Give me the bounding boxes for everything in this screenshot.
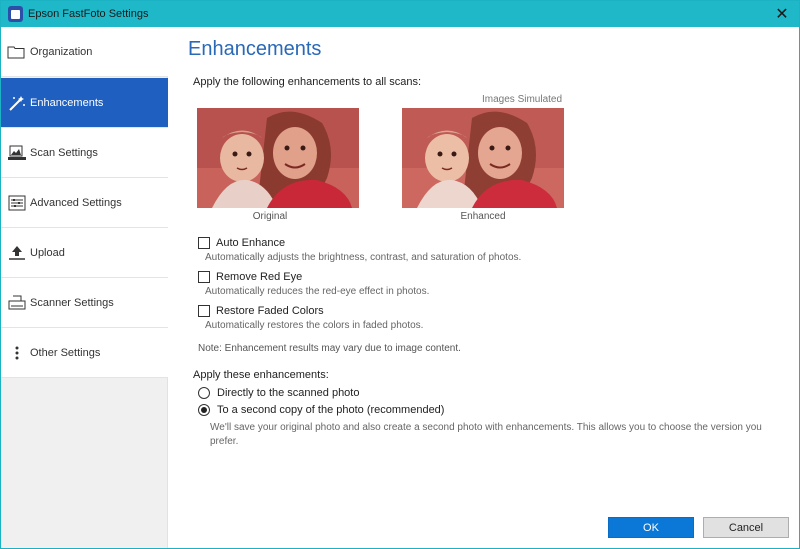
remove-red-eye-label: Remove Red Eye [216, 271, 303, 283]
upload-icon [8, 245, 26, 261]
sidebar-item-label: Enhancements [30, 96, 104, 109]
auto-enhance-description: Automatically adjusts the brightness, co… [205, 252, 522, 263]
sidebar-item-other-settings[interactable]: Other Settings [1, 328, 168, 378]
window-title: Epson FastFoto Settings [28, 8, 149, 20]
sidebar-item-upload[interactable]: Upload [1, 228, 168, 278]
restore-faded-colors-label: Restore Faded Colors [216, 305, 324, 317]
restore-faded-colors-checkbox[interactable] [198, 305, 210, 317]
sidebar-item-scan-settings[interactable]: Scan Settings [1, 128, 168, 178]
main-content: Enhancements Apply the following enhance… [169, 27, 799, 548]
original-photo [197, 108, 359, 208]
sidebar-item-organization[interactable]: Organization [1, 27, 168, 77]
sidebar-item-enhancements[interactable]: Enhancements [1, 78, 168, 128]
restore-faded-colors-description: Automatically restores the colors in fad… [205, 320, 424, 331]
remove-red-eye-description: Automatically reduces the red-eye effect… [205, 286, 430, 297]
enhanced-photo [402, 108, 564, 208]
intro-text: Apply the following enhancements to all … [193, 76, 422, 88]
sidebar-item-scanner-settings[interactable]: Scanner Settings [1, 278, 168, 328]
auto-enhance-label: Auto Enhance [216, 237, 286, 249]
scan-icon [8, 145, 26, 161]
sliders-icon [8, 195, 26, 211]
ok-button[interactable]: OK [608, 517, 694, 538]
enhanced-caption: Enhanced [460, 211, 506, 222]
apply-copy-label: To a second copy of the photo (recommend… [217, 404, 445, 416]
sidebar-item-advanced-settings[interactable]: Advanced Settings [1, 178, 168, 228]
sidebar-item-label: Upload [30, 246, 65, 259]
title-bar: Epson FastFoto Settings ✕ [1, 1, 799, 27]
images-simulated-label: Images Simulated [482, 94, 563, 105]
cancel-button[interactable]: Cancel [703, 517, 789, 538]
sidebar-item-label: Other Settings [30, 346, 101, 359]
sidebar-item-label: Organization [30, 45, 93, 58]
folder-icon [7, 44, 25, 60]
scanner-icon [8, 295, 26, 311]
close-icon[interactable]: ✕ [771, 3, 793, 25]
remove-red-eye-checkbox[interactable] [198, 271, 210, 283]
original-caption: Original [252, 211, 288, 222]
restore-faded-colors-option[interactable]: Restore Faded Colors [198, 305, 324, 317]
apply-directly-label: Directly to the scanned photo [217, 387, 360, 399]
apply-copy-radio[interactable] [198, 404, 210, 416]
auto-enhance-checkbox[interactable] [198, 237, 210, 249]
remove-red-eye-option[interactable]: Remove Red Eye [198, 271, 302, 283]
sidebar-item-label: Scanner Settings [30, 296, 114, 309]
sidebar-item-label: Advanced Settings [30, 196, 122, 209]
apply-directly-option[interactable]: Directly to the scanned photo [198, 387, 359, 399]
epson-app-icon [8, 6, 23, 22]
apply-copy-description: We'll save your original photo and also … [210, 422, 762, 447]
magic-wand-icon [8, 95, 26, 111]
settings-window: Epson FastFoto Settings ✕ Organization E… [0, 0, 800, 549]
page-title: Enhancements [188, 38, 322, 60]
auto-enhance-option[interactable]: Auto Enhance [198, 237, 285, 249]
apply-copy-option[interactable]: To a second copy of the photo (recommend… [198, 404, 444, 416]
apply-enhancements-label: Apply these enhancements: [193, 369, 329, 381]
sidebar-item-label: Scan Settings [30, 146, 98, 159]
enhancement-note: Note: Enhancement results may vary due t… [198, 343, 461, 354]
apply-directly-radio[interactable] [198, 387, 210, 399]
more-vertical-icon [8, 345, 26, 361]
sidebar: Organization Enhancements Scan Settings … [1, 27, 168, 548]
